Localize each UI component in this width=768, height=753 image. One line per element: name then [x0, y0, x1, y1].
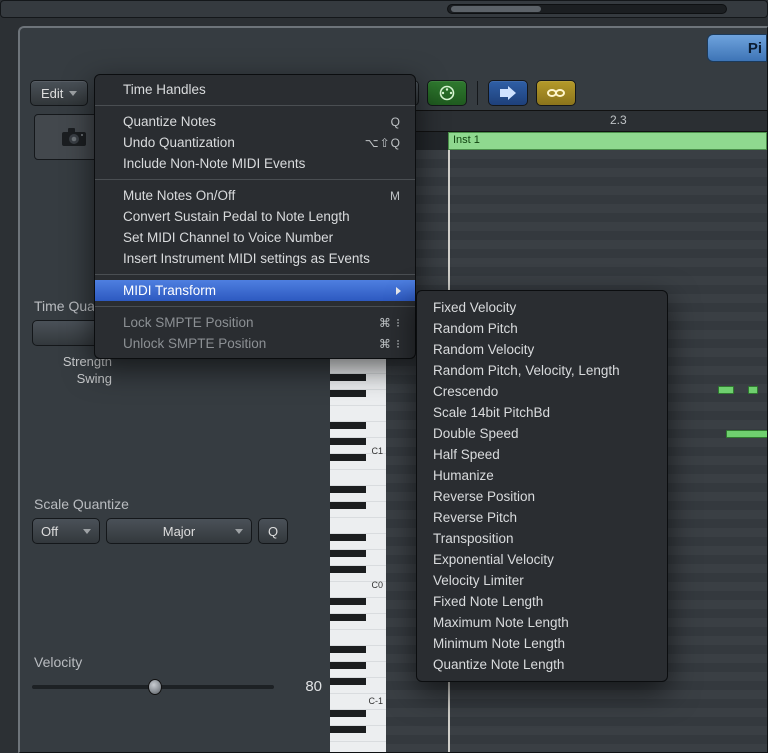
- midi-transform-submenu: Fixed Velocity Random Pitch Random Veloc…: [416, 290, 668, 682]
- submenu-item-transposition[interactable]: Transposition: [417, 528, 667, 549]
- editor-tab-label: Pi: [748, 40, 762, 57]
- scrollbar-thumb[interactable]: [451, 6, 541, 12]
- submenu-item-random-pvl[interactable]: Random Pitch, Velocity, Length: [417, 360, 667, 381]
- submenu-item-random-velocity[interactable]: Random Velocity: [417, 339, 667, 360]
- submenu-item-random-pitch[interactable]: Random Pitch: [417, 318, 667, 339]
- submenu-item-exponential-velocity[interactable]: Exponential Velocity: [417, 549, 667, 570]
- submenu-item-maximum-note-length[interactable]: Maximum Note Length: [417, 612, 667, 633]
- octave-label-c0: C0: [371, 580, 383, 590]
- scale-mode-select[interactable]: Major: [106, 518, 252, 544]
- menu-item-convert-sustain[interactable]: Convert Sustain Pedal to Note Length: [95, 206, 415, 227]
- submenu-item-minimum-note-length[interactable]: Minimum Note Length: [417, 633, 667, 654]
- swing-label: Swing: [32, 371, 112, 386]
- outer-window-frame: [0, 0, 768, 18]
- octave-label-c-1: C-1: [368, 696, 383, 706]
- velocity-slider[interactable]: [32, 685, 274, 689]
- scale-mode-value: Major: [163, 524, 196, 539]
- midi-note[interactable]: [726, 430, 768, 438]
- menu-item-undo-quantization[interactable]: Undo Quantization ⌥⇧Q: [95, 132, 415, 153]
- ruler-mark: 2.3: [610, 113, 627, 127]
- menu-shortcut: ⌘ ⁝: [379, 316, 401, 330]
- submenu-item-quantize-note-length[interactable]: Quantize Note Length: [417, 654, 667, 675]
- menu-shortcut: ⌘ ⁝: [379, 337, 401, 351]
- menu-item-mute-notes[interactable]: Mute Notes On/Off M: [95, 185, 415, 206]
- menu-item-midi-transform[interactable]: MIDI Transform: [95, 280, 415, 301]
- edit-menu-button[interactable]: Edit: [30, 80, 88, 106]
- menu-item-include-nonnote[interactable]: Include Non-Note MIDI Events: [95, 153, 415, 174]
- submenu-item-reverse-position[interactable]: Reverse Position: [417, 486, 667, 507]
- velocity-value: 80: [282, 678, 322, 695]
- menu-item-set-midi-channel[interactable]: Set MIDI Channel to Voice Number: [95, 227, 415, 248]
- submenu-item-reverse-pitch[interactable]: Reverse Pitch: [417, 507, 667, 528]
- dropdown-caret-icon: [83, 529, 91, 534]
- toolbar-divider: [477, 81, 478, 105]
- submenu-item-humanize[interactable]: Humanize: [417, 465, 667, 486]
- submenu-item-fixed-velocity[interactable]: Fixed Velocity: [417, 297, 667, 318]
- slider-thumb[interactable]: [148, 679, 162, 695]
- scale-quantize-heading: Scale Quantize: [34, 496, 322, 512]
- menu-shortcut: Q: [391, 115, 401, 129]
- scale-onoff-select[interactable]: Off: [32, 518, 100, 544]
- midi-region[interactable]: Inst 1: [448, 132, 767, 150]
- editor-tab-right[interactable]: Pi: [707, 34, 767, 62]
- velocity-heading: Velocity: [34, 654, 322, 670]
- menu-separator: [95, 274, 415, 275]
- menu-separator: [95, 306, 415, 307]
- camera-icon: [59, 126, 89, 148]
- submenu-item-double-speed[interactable]: Double Speed: [417, 423, 667, 444]
- submenu-item-crescendo[interactable]: Crescendo: [417, 381, 667, 402]
- midi-note[interactable]: [748, 386, 758, 394]
- horizontal-scrollbar[interactable]: [447, 4, 727, 14]
- submenu-arrow-icon: [396, 287, 401, 295]
- menu-item-lock-smpte[interactable]: Lock SMPTE Position ⌘ ⁝: [95, 312, 415, 333]
- edit-menu-label: Edit: [41, 86, 63, 101]
- menu-item-time-handles[interactable]: Time Handles: [95, 79, 415, 100]
- midi-out-icon[interactable]: [488, 80, 528, 106]
- dropdown-caret-icon: [69, 91, 77, 96]
- submenu-item-half-speed[interactable]: Half Speed: [417, 444, 667, 465]
- octave-label-c1: C1: [371, 446, 383, 456]
- submenu-item-scale-14bit[interactable]: Scale 14bit PitchBd: [417, 402, 667, 423]
- submenu-item-fixed-note-length[interactable]: Fixed Note Length: [417, 591, 667, 612]
- scale-quantize-apply-button[interactable]: Q: [258, 518, 288, 544]
- menu-shortcut: ⌥⇧Q: [365, 136, 401, 150]
- submenu-item-velocity-limiter[interactable]: Velocity Limiter: [417, 570, 667, 591]
- midi-region-name: Inst 1: [453, 134, 480, 146]
- menu-item-unlock-smpte[interactable]: Unlock SMPTE Position ⌘ ⁝: [95, 333, 415, 354]
- midi-in-icon[interactable]: [427, 80, 467, 106]
- q-button-label: Q: [268, 524, 278, 539]
- menu-item-insert-instrument[interactable]: Insert Instrument MIDI settings as Event…: [95, 248, 415, 269]
- scale-onoff-value: Off: [41, 524, 58, 539]
- functions-menu: Time Handles Quantize Notes Q Undo Quant…: [94, 74, 416, 359]
- menu-separator: [95, 179, 415, 180]
- menu-separator: [95, 105, 415, 106]
- dropdown-caret-icon: [235, 529, 243, 534]
- link-icon[interactable]: [536, 80, 576, 106]
- midi-note[interactable]: [718, 386, 734, 394]
- menu-shortcut: M: [390, 189, 401, 203]
- menu-item-quantize-notes[interactable]: Quantize Notes Q: [95, 111, 415, 132]
